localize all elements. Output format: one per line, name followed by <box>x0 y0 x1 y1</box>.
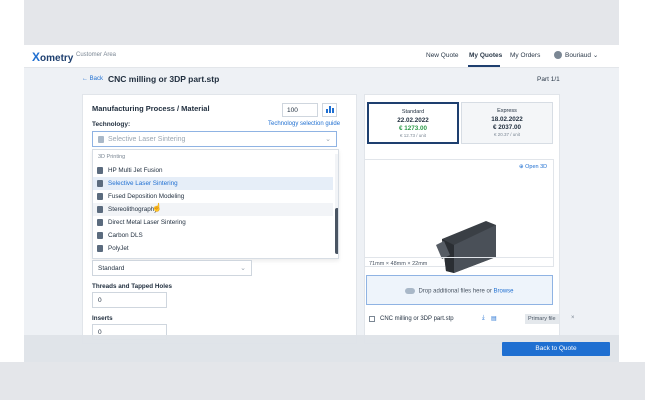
app-window: Xometry Customer Area New Quote My Quote… <box>24 45 619 362</box>
open-3d-link[interactable]: ⊕ Open 3D <box>519 164 547 170</box>
price-type: Standard <box>401 109 425 115</box>
quantity-input[interactable]: 100 <box>282 103 318 117</box>
printer-icon <box>98 136 104 143</box>
finish-value: Standard <box>98 265 125 272</box>
bar-chart-icon <box>326 109 328 113</box>
dropdown-item-label: Direct Metal Laser Sintering <box>108 219 186 226</box>
close-icon[interactable]: × <box>571 315 575 321</box>
logo-x: X <box>32 50 41 64</box>
side-margin-right <box>619 0 645 400</box>
file-icon <box>369 316 375 322</box>
cloud-upload-icon <box>405 288 416 294</box>
technology-value: Selective Laser Sintering <box>108 136 186 143</box>
technology-dropdown: 3D Printing HP Multi Jet Fusion Selectiv… <box>92 149 339 259</box>
open-3d-label: Open 3D <box>525 164 548 170</box>
price-unit: € 12.73 / unit <box>399 133 427 138</box>
top-navigation: Xometry Customer Area New Quote My Quote… <box>24 45 619 68</box>
technology-select[interactable]: Selective Laser Sintering ⌄ <box>92 131 337 147</box>
printer-icon <box>97 245 103 252</box>
dropdown-item-label: Stereolithography <box>108 206 158 213</box>
side-margin-left <box>0 0 24 400</box>
dropdown-scrollbar-thumb[interactable] <box>335 208 338 254</box>
price-unit: € 20.37 / unit <box>493 132 521 137</box>
chevron-down-icon: ⌄ <box>325 136 331 143</box>
quantity-chart-button[interactable] <box>322 103 337 117</box>
dropdown-item-label: HP Multi Jet Fusion <box>108 167 163 174</box>
price-total: € 1273.00 <box>398 125 427 132</box>
price-date: 22.02.2022 <box>397 117 429 124</box>
user-name: Bouriaud <box>565 52 592 59</box>
printer-icon <box>97 232 103 239</box>
dropdown-item-fdm[interactable]: Fused Deposition Modeling <box>93 190 333 203</box>
letterbox-top <box>0 0 645 45</box>
dropdown-item-label: PolyJet <box>108 245 129 252</box>
dropdown-item-label: Selective Laser Sintering <box>108 180 178 187</box>
user-menu[interactable]: Bouriaud ⌄ <box>554 51 599 60</box>
dropdown-item-polyjet[interactable]: PolyJet <box>93 242 333 255</box>
dropdown-item-carbon-dls[interactable]: Carbon DLS <box>93 229 333 242</box>
back-link[interactable]: ← Back <box>82 76 103 82</box>
finish-select[interactable]: Standard ⌄ <box>92 260 252 276</box>
printer-icon <box>97 219 103 226</box>
file-drop-zone[interactable]: Drop additional files here or Browse <box>366 275 553 305</box>
drop-text: Drop additional files here or <box>418 288 494 295</box>
dropdown-item-hp-mjf[interactable]: HP Multi Jet Fusion <box>93 164 333 177</box>
printer-icon <box>97 193 103 200</box>
price-card-standard[interactable]: Standard 22.02.2022 € 1273.00 € 12.73 / … <box>367 102 459 144</box>
dropdown-item-label: Carbon DLS <box>108 232 143 239</box>
avatar <box>554 51 562 60</box>
document-icon[interactable]: ▤ <box>491 315 497 322</box>
part-dimensions: 71mm × 48mm × 22mm <box>364 257 554 269</box>
nav-my-quotes[interactable]: My Quotes <box>469 52 502 59</box>
section-title: Manufacturing Process / Material <box>92 104 210 113</box>
dropdown-item-dmls[interactable]: Direct Metal Laser Sintering <box>93 216 333 229</box>
nav-new-quote[interactable]: New Quote <box>426 52 459 59</box>
part-counter: Part 1/1 <box>537 76 560 83</box>
dropdown-item-label: Fused Deposition Modeling <box>108 193 185 200</box>
bar-chart-icon-bar <box>329 106 331 113</box>
bar-chart-icon-bar <box>332 108 334 113</box>
logo-text: ometry <box>40 53 74 64</box>
price-type: Express <box>497 108 517 114</box>
technology-label: Technology: <box>92 121 131 128</box>
threads-label: Threads and Tapped Holes <box>92 283 173 290</box>
customer-area-label: Customer Area <box>76 52 117 58</box>
back-to-quote-button[interactable]: Back to Quote <box>502 342 610 356</box>
inserts-label: Inserts <box>92 315 113 322</box>
xometry-logo[interactable]: Xometry <box>32 50 73 64</box>
price-card-express[interactable]: Express 18.02.2022 € 2037.00 € 20.37 / u… <box>461 102 553 144</box>
printer-icon <box>97 167 103 174</box>
file-name: CNC milling or 3DP part.stp <box>380 316 454 322</box>
dropdown-item-sls[interactable]: Selective Laser Sintering <box>93 177 333 190</box>
dropdown-item-sla[interactable]: Stereolithography <box>93 203 333 216</box>
browse-link[interactable]: Browse <box>494 289 514 295</box>
active-nav-underline <box>468 65 500 67</box>
threads-input[interactable]: 0 <box>92 292 167 308</box>
letterbox-bottom <box>0 362 645 400</box>
chevron-down-icon: ⌄ <box>240 265 246 272</box>
page-title: CNC milling or 3DP part.stp <box>108 74 220 84</box>
primary-file-badge: Primary file <box>525 314 559 324</box>
technology-guide-link[interactable]: Technology selection guide <box>268 121 340 127</box>
printer-icon <box>97 180 103 187</box>
mouse-cursor-icon: ☝ <box>152 203 162 212</box>
download-icon[interactable]: ⤓ <box>482 315 485 322</box>
dropdown-group-label: 3D Printing <box>98 154 126 160</box>
nav-my-orders[interactable]: My Orders <box>510 52 540 59</box>
cube-icon: ⊕ <box>519 164 524 170</box>
price-total: € 2037.00 <box>492 124 521 131</box>
price-date: 18.02.2022 <box>491 116 523 123</box>
file-row: CNC milling or 3DP part.stp ⤓ ▤ Primary … <box>366 314 575 326</box>
chevron-down-icon: ⌄ <box>592 52 599 59</box>
printer-icon <box>97 206 103 213</box>
